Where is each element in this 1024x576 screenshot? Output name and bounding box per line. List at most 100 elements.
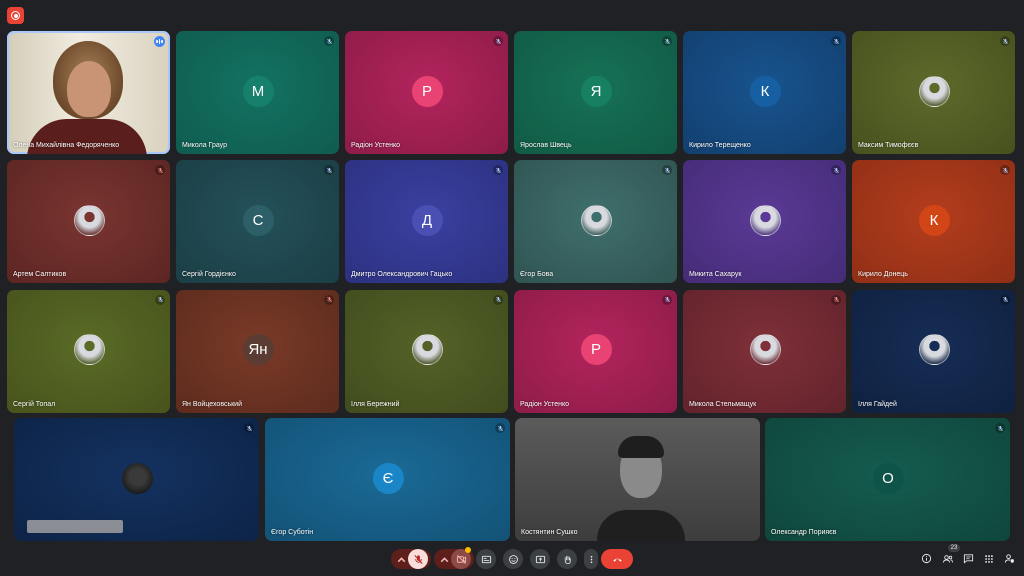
mic-off-icon — [493, 36, 503, 46]
captions-button[interactable] — [476, 549, 496, 569]
raise-hand-button[interactable] — [557, 549, 577, 569]
participant-tile[interactable]: О Олександр Порияєв — [765, 418, 1010, 541]
chat-icon — [963, 554, 974, 564]
mic-off-icon — [831, 165, 841, 176]
control-bar — [0, 545, 1024, 576]
participant-name: Єгор Суботін — [271, 529, 314, 536]
participant-tile[interactable]: К Кирило Терещенко — [683, 31, 846, 154]
participant-tile[interactable]: Є Єгор Суботін — [265, 418, 510, 541]
participant-name: Олександр Порияєв — [771, 529, 837, 536]
mic-off-icon — [662, 294, 672, 305]
emoji-icon — [508, 554, 518, 564]
participant-tile[interactable]: Костянтин Сушко — [515, 418, 760, 541]
mic-off-icon — [324, 165, 334, 176]
participant-tile[interactable]: К Кирило Донець — [852, 160, 1015, 284]
camera-options-chevron-icon[interactable] — [437, 554, 451, 565]
participant-tile[interactable]: М Микола Граур — [176, 31, 339, 154]
captions-icon — [481, 555, 491, 563]
participant-name: Микола Граур — [182, 142, 227, 149]
speaking-indicator-icon — [154, 36, 165, 47]
participant-tile[interactable]: Р Радіон Устенко — [514, 289, 677, 413]
participant-tile[interactable]: Олена Михайлівна Федоряченко — [7, 31, 170, 154]
people-button[interactable] — [941, 552, 954, 565]
participant-avatar: Є — [372, 462, 404, 494]
participant-tile[interactable]: Максим Тимофєєв — [852, 31, 1015, 154]
participant-tile[interactable]: Артем Салтиков — [7, 160, 170, 284]
participant-photo — [918, 75, 950, 107]
participant-name: Дмитро Олександрович Гацько — [351, 271, 453, 279]
people-icon — [942, 554, 953, 563]
participant-name: Ян Войцеховський — [182, 400, 242, 408]
participant-photo — [73, 204, 105, 236]
participant-photo — [121, 462, 153, 494]
participant-photo — [749, 204, 781, 236]
mic-off-icon — [324, 294, 334, 305]
mic-off-icon[interactable] — [408, 549, 428, 569]
activities-button[interactable] — [982, 552, 995, 565]
people-count-badge: 23 — [948, 544, 960, 552]
participant-name: Костянтин Сушко — [521, 529, 578, 536]
emoji-button[interactable] — [503, 549, 523, 569]
leave-call-button[interactable] — [601, 549, 633, 569]
participant-avatar: Я — [580, 75, 612, 107]
participant-avatar: К — [749, 75, 781, 107]
raise-hand-icon — [564, 555, 571, 564]
participant-name: Микола Стельмащук — [689, 400, 757, 408]
meeting-details-button[interactable] — [920, 552, 933, 565]
mic-off-icon — [155, 165, 165, 176]
participant-tile[interactable]: Ян Ян Войцеховський — [176, 289, 339, 413]
participant-tile[interactable]: Микита Сахарук — [683, 160, 846, 284]
participant-avatar: Ян — [242, 334, 274, 366]
participant-name: Ярослав Швець — [520, 142, 572, 149]
participant-name: Радіон Устенко — [351, 142, 401, 149]
participant-tile[interactable]: Сергій Топал — [7, 289, 170, 413]
mic-off-icon — [1000, 36, 1010, 46]
participant-tile[interactable] — [14, 418, 259, 541]
mic-off-icon — [831, 36, 841, 46]
participant-tile[interactable]: Д Дмитро Олександрович Гацько — [345, 160, 508, 284]
participant-tile[interactable]: Я Ярослав Швець — [514, 31, 677, 154]
participant-avatar: К — [918, 204, 950, 236]
mic-options-chevron-icon[interactable] — [394, 554, 408, 565]
mic-off-icon — [493, 294, 503, 305]
camera-control-group — [434, 547, 474, 569]
mic-control-group — [391, 549, 431, 569]
participant-tile[interactable]: С Сергій Гордієнко — [176, 160, 339, 284]
chat-button[interactable] — [962, 552, 975, 565]
video-body — [597, 510, 685, 541]
participant-name: Радіон Устенко — [520, 400, 570, 408]
participant-avatar: Р — [580, 334, 612, 366]
participant-avatar: Д — [411, 204, 443, 236]
host-controls-button[interactable] — [1003, 552, 1016, 565]
participant-name: Ілля Гайдей — [858, 400, 897, 408]
participant-tile[interactable]: Микола Стельмащук — [683, 289, 846, 413]
mic-off-icon — [244, 423, 254, 433]
mic-off-icon — [831, 294, 841, 305]
participant-tile[interactable]: Єгор Бова — [514, 160, 677, 284]
participant-avatar: С — [242, 204, 274, 236]
participant-avatar: О — [872, 462, 904, 494]
participant-photo — [73, 334, 105, 366]
participant-photo — [749, 334, 781, 366]
present-button[interactable] — [530, 549, 550, 569]
participant-name: Артем Салтиков — [13, 271, 67, 279]
participant-name: Кирило Донець — [858, 271, 908, 279]
activities-icon — [984, 554, 993, 563]
mic-off-icon — [155, 294, 165, 305]
mic-off-icon — [995, 423, 1005, 433]
more-options-button[interactable] — [584, 549, 598, 569]
camera-off-icon[interactable] — [451, 547, 471, 569]
participant-tile[interactable]: Р Радіон Устенко — [345, 31, 508, 154]
participant-name: Сергій Гордієнко — [182, 271, 236, 279]
participant-tile[interactable]: Ілля Гайдей — [852, 289, 1015, 413]
participant-avatar: Р — [411, 75, 443, 107]
participant-avatar: М — [242, 75, 274, 107]
mic-off-icon — [1000, 165, 1010, 176]
participant-name: Максим Тимофєєв — [858, 142, 919, 149]
participant-name: Сергій Топал — [13, 400, 56, 408]
participant-name: Олена Михайлівна Федоряченко — [13, 142, 120, 149]
mic-off-icon — [495, 423, 505, 433]
participant-photo — [411, 334, 443, 366]
participant-name: Єгор Бова — [520, 271, 554, 279]
participant-tile[interactable]: Ілля Бережний — [345, 289, 508, 413]
